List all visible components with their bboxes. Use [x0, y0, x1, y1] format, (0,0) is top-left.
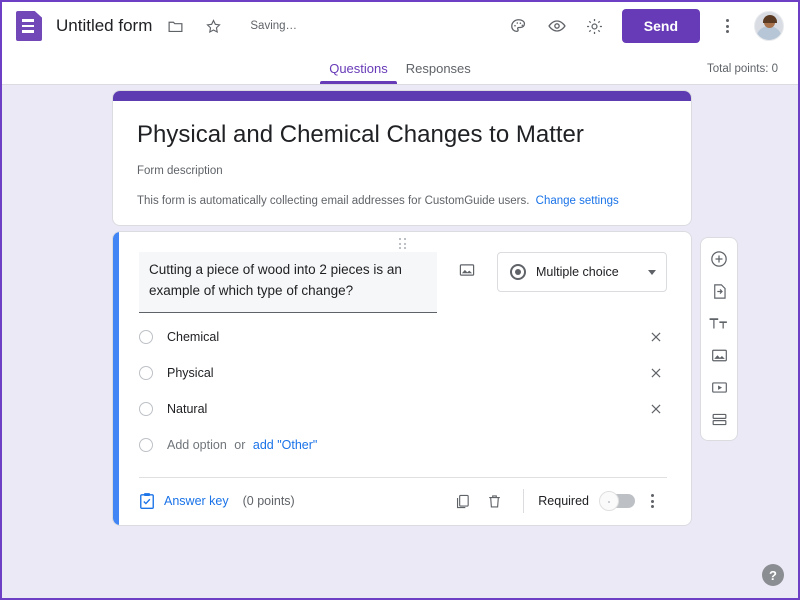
save-status: Saving… [250, 20, 298, 32]
close-icon[interactable] [645, 398, 667, 420]
radio-filled-icon [510, 264, 526, 280]
google-forms-window: Untitled form Saving… Send Questions Res… [0, 0, 800, 600]
question-type-label: Multiple choice [536, 265, 619, 279]
radio-empty-icon [139, 437, 153, 452]
add-section-icon[interactable] [703, 404, 735, 434]
tab-bar: Questions Responses Total points: 0 [2, 50, 798, 85]
form-editor-area: Physical and Chemical Changes to Matter … [2, 85, 798, 598]
gear-icon[interactable] [578, 9, 612, 43]
form-description-placeholder[interactable]: Form description [137, 165, 667, 177]
add-other-link[interactable]: add "Other" [253, 438, 317, 452]
tab-responses[interactable]: Responses [397, 61, 480, 84]
close-icon[interactable] [645, 362, 667, 384]
top-bar-actions: Send [502, 9, 784, 43]
add-title-text-icon[interactable] [703, 308, 735, 338]
folder-icon[interactable] [160, 11, 190, 41]
help-button[interactable]: ? [762, 564, 784, 586]
trash-icon[interactable] [479, 486, 509, 516]
more-vertical-icon[interactable] [637, 486, 667, 516]
question-footer-actions: Required [447, 486, 667, 516]
tab-questions[interactable]: Questions [320, 61, 397, 84]
add-option-text: Add option or add "Other" [167, 438, 667, 452]
question-type-dropdown[interactable]: Multiple choice [497, 252, 667, 292]
palette-icon[interactable] [502, 9, 536, 43]
close-icon[interactable] [645, 326, 667, 348]
eye-icon[interactable] [540, 9, 574, 43]
form-header-card[interactable]: Physical and Chemical Changes to Matter … [112, 90, 692, 226]
google-forms-icon[interactable] [16, 11, 42, 41]
send-button[interactable]: Send [621, 9, 700, 43]
answer-key-icon [139, 492, 155, 510]
radio-empty-icon [139, 365, 153, 380]
email-collection-notice: This form is automatically collecting em… [137, 195, 667, 207]
option-row[interactable]: Natural [139, 391, 667, 427]
option-label[interactable]: Physical [167, 366, 631, 380]
option-label[interactable]: Natural [167, 402, 631, 416]
form-accent-stripe [113, 91, 691, 101]
email-notice-text: This form is automatically collecting em… [137, 195, 530, 207]
radio-empty-icon [139, 329, 153, 344]
add-question-icon[interactable] [703, 244, 735, 274]
star-outline-icon[interactable] [198, 11, 228, 41]
question-accent-bar [113, 232, 119, 525]
add-item-toolbar [700, 237, 738, 441]
radio-empty-icon [139, 401, 153, 416]
answer-options-list: Chemical Physical Natural Add option or … [113, 313, 691, 463]
add-option-row[interactable]: Add option or add "Other" [139, 427, 667, 463]
option-label[interactable]: Chemical [167, 330, 631, 344]
option-row[interactable]: Physical [139, 355, 667, 391]
total-points-label: Total points: 0 [707, 63, 778, 75]
duplicate-icon[interactable] [447, 486, 477, 516]
required-toggle[interactable] [599, 491, 635, 512]
top-bar: Untitled form Saving… Send [2, 2, 798, 50]
avatar[interactable] [754, 11, 784, 41]
add-option-or: or [234, 437, 246, 452]
answer-key-button[interactable]: Answer key [139, 492, 229, 510]
page-title[interactable]: Physical and Chemical Changes to Matter [137, 121, 667, 149]
add-image-icon[interactable] [453, 256, 481, 284]
points-label: (0 points) [242, 494, 295, 509]
import-questions-icon[interactable] [703, 276, 735, 306]
footer-divider [523, 489, 525, 514]
add-image-icon[interactable] [703, 340, 735, 370]
chevron-down-icon [648, 269, 656, 275]
add-video-icon[interactable] [703, 372, 735, 402]
answer-key-label: Answer key [164, 494, 229, 509]
question-card[interactable]: Cutting a piece of wood into 2 pieces is… [112, 231, 692, 526]
more-vertical-icon[interactable] [710, 9, 744, 43]
question-text-input[interactable]: Cutting a piece of wood into 2 pieces is… [139, 252, 437, 313]
change-settings-link[interactable]: Change settings [536, 195, 619, 207]
form-title[interactable]: Untitled form [56, 16, 152, 36]
required-label: Required [538, 494, 589, 509]
option-row[interactable]: Chemical [139, 319, 667, 355]
add-option-button[interactable]: Add option [167, 438, 227, 452]
drag-handle-icon[interactable] [113, 238, 691, 249]
question-footer: Answer key (0 points) Required [139, 476, 667, 525]
